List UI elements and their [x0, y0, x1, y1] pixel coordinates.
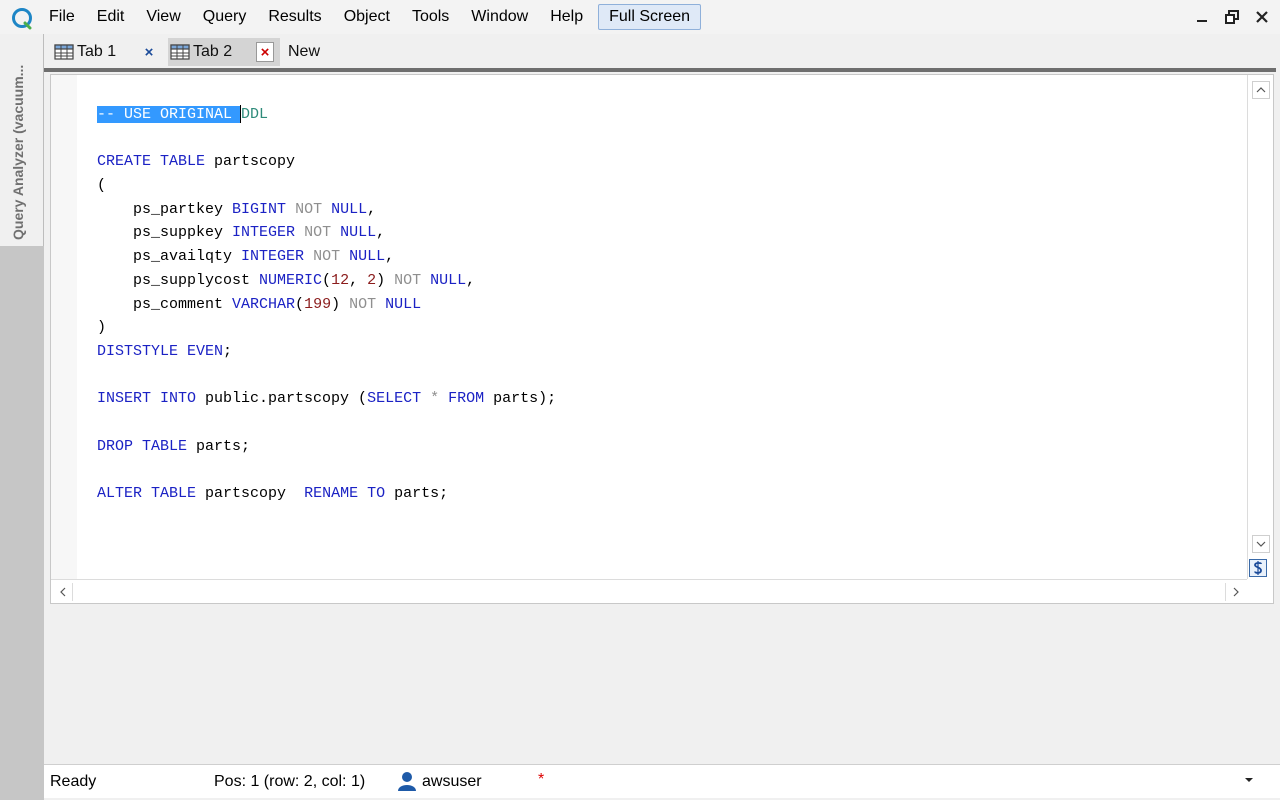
- code-line: -- USE ORIGINAL DDL: [97, 103, 556, 127]
- comment-text: DDL: [241, 106, 269, 123]
- code-line: ): [97, 319, 107, 337]
- tab-1[interactable]: Tab 1 ×: [52, 38, 164, 66]
- scroll-right-icon[interactable]: [1225, 583, 1245, 601]
- code-line: CREATE TABLE partscopy: [97, 153, 296, 171]
- menu-object[interactable]: Object: [333, 0, 401, 34]
- scroll-down-icon[interactable]: [1252, 535, 1270, 553]
- menu-query[interactable]: Query: [192, 0, 258, 34]
- table-grid-icon: [54, 44, 74, 60]
- scroll-up-icon[interactable]: [1252, 81, 1270, 99]
- tab-divider: [44, 68, 1276, 72]
- modified-indicator: *: [538, 771, 545, 788]
- tab-2-label: Tab 2: [193, 43, 233, 60]
- status-user: awsuser: [422, 773, 482, 790]
- menu-bar: File Edit View Query Results Object Tool…: [0, 0, 1280, 34]
- table-grid-icon: [170, 44, 190, 60]
- vertical-scrollbar[interactable]: [1247, 75, 1273, 579]
- code-line: ps_supplycost NUMERIC(12, 2) NOT NULL,: [97, 271, 476, 289]
- minimize-icon[interactable]: [1194, 9, 1210, 25]
- window-controls: [1194, 0, 1270, 34]
- side-tab-query-analyzer[interactable]: Query Analyzer (vacuum...: [0, 34, 44, 246]
- results-area: [44, 606, 1280, 762]
- chevron-down-icon[interactable]: [1244, 775, 1254, 786]
- sql-code[interactable]: -- USE ORIGINAL DDL CREATE TABLE partsco…: [97, 103, 556, 506]
- code-line: DROP TABLE parts;: [97, 437, 251, 455]
- horizontal-scrollbar[interactable]: [51, 579, 1247, 603]
- menu-file[interactable]: File: [38, 0, 86, 34]
- tab-2-close-icon[interactable]: ×: [256, 42, 274, 62]
- code-line: ALTER TABLE partscopy RENAME TO parts;: [97, 485, 449, 502]
- menu-tools[interactable]: Tools: [401, 0, 460, 34]
- code-line: (: [97, 177, 107, 195]
- scroll-sync-icon[interactable]: [1249, 559, 1267, 577]
- tab-new[interactable]: New: [288, 38, 320, 66]
- code-line: ps_suppkey INTEGER NOT NULL,: [97, 224, 386, 242]
- menu-view[interactable]: View: [135, 0, 191, 34]
- code-line: ps_partkey BIGINT NOT NULL,: [97, 200, 377, 218]
- menu-items: File Edit View Query Results Object Tool…: [38, 0, 702, 34]
- tab-2[interactable]: Tab 2 ×: [168, 38, 280, 66]
- tab-1-label: Tab 1: [77, 43, 117, 60]
- code-line: INSERT INTO public.partscopy (SELECT * F…: [97, 390, 557, 408]
- status-position: Pos: 1 (row: 2, col: 1): [214, 773, 366, 790]
- sql-editor[interactable]: -- USE ORIGINAL DDL CREATE TABLE partsco…: [50, 74, 1274, 604]
- selected-text: -- USE ORIGINAL: [97, 106, 242, 123]
- scroll-left-icon[interactable]: [53, 583, 73, 601]
- tab-1-close-icon[interactable]: ×: [140, 42, 158, 62]
- restore-icon[interactable]: [1224, 9, 1240, 25]
- code-line: DISTSTYLE EVEN;: [97, 342, 233, 360]
- menu-help[interactable]: Help: [539, 0, 594, 34]
- side-tab-label: Query Analyzer (vacuum...: [10, 64, 26, 240]
- menu-window[interactable]: Window: [460, 0, 539, 34]
- side-panel: Query Analyzer (vacuum...: [0, 34, 44, 800]
- tab-strip: Tab 1 × Tab 2 × New: [44, 34, 1280, 70]
- tab-new-label: New: [288, 43, 321, 60]
- app-logo-icon: [12, 8, 32, 30]
- full-screen-button[interactable]: Full Screen: [598, 4, 702, 30]
- menu-edit[interactable]: Edit: [86, 0, 136, 34]
- user-icon: [398, 772, 416, 791]
- menu-results[interactable]: Results: [257, 0, 332, 34]
- code-line: ps_comment VARCHAR(199) NOT NULL: [97, 295, 422, 313]
- status-ready: Ready: [50, 773, 97, 790]
- close-window-icon[interactable]: [1254, 9, 1270, 25]
- status-bar: Ready Pos: 1 (row: 2, col: 1) awsuser *: [44, 764, 1280, 798]
- editor-gutter: [51, 75, 77, 579]
- code-line: ps_availqty INTEGER NOT NULL,: [97, 248, 395, 266]
